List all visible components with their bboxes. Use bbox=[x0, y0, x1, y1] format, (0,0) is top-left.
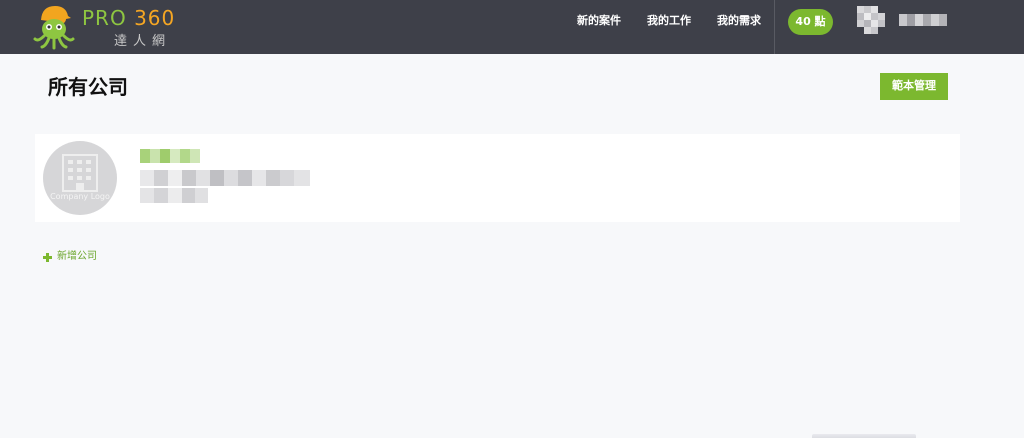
nav-divider bbox=[774, 0, 775, 54]
company-phone bbox=[140, 188, 208, 203]
octopus-mascot-icon bbox=[33, 6, 75, 50]
top-navigation-bar: PRO 360 達人網 新的案件 我的工作 我的需求 40 點 bbox=[0, 0, 1024, 54]
company-address bbox=[140, 170, 310, 186]
nav-my-work[interactable]: 我的工作 bbox=[647, 13, 691, 29]
logo-pro-text: PRO bbox=[82, 6, 127, 30]
user-avatar[interactable] bbox=[857, 6, 885, 36]
company-logo-placeholder: Company Logo bbox=[43, 141, 117, 215]
company-logo-text: Company Logo bbox=[50, 192, 110, 201]
plus-icon bbox=[43, 252, 52, 262]
add-company-label: 新增公司 bbox=[57, 251, 97, 262]
logo-360-text: 360 bbox=[134, 6, 176, 30]
points-badge[interactable]: 40 點 bbox=[788, 9, 833, 35]
nav-new-cases[interactable]: 新的案件 bbox=[577, 13, 621, 29]
floating-widget-edge bbox=[812, 434, 916, 438]
logo-subtitle: 達人網 bbox=[114, 34, 172, 49]
nav-my-requests[interactable]: 我的需求 bbox=[717, 13, 761, 29]
logo-wordmark: PRO 360 bbox=[82, 7, 175, 29]
page-title: 所有公司 bbox=[48, 75, 128, 99]
template-management-button[interactable]: 範本管理 bbox=[880, 73, 948, 100]
user-name[interactable] bbox=[899, 14, 947, 26]
company-name[interactable] bbox=[140, 149, 200, 163]
company-card[interactable]: Company Logo bbox=[35, 134, 960, 222]
add-company-link[interactable]: 新增公司 bbox=[43, 250, 97, 264]
building-icon bbox=[62, 154, 98, 192]
pro360-logo[interactable]: PRO 360 達人網 bbox=[32, 2, 182, 52]
